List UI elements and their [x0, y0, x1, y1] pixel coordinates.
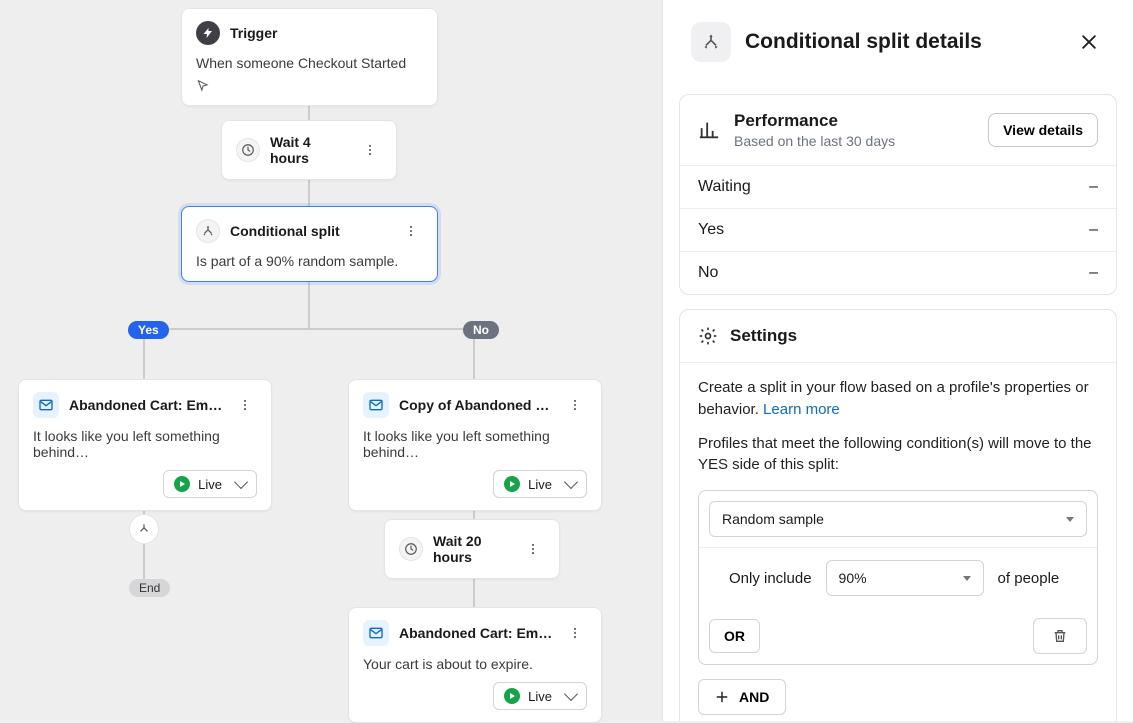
details-panel: Conditional split details Performance Ba…: [662, 0, 1133, 721]
email-icon: [33, 392, 59, 418]
merge-icon: [129, 514, 159, 544]
chevron-down-icon: [234, 475, 248, 489]
and-label: AND: [739, 689, 769, 705]
play-icon: [504, 476, 520, 492]
or-button[interactable]: OR: [709, 619, 760, 653]
and-button[interactable]: AND: [698, 679, 786, 715]
play-icon: [504, 688, 520, 704]
status-dropdown[interactable]: Live: [163, 470, 257, 498]
email-preview: It looks like you left something behind…: [363, 428, 587, 460]
caret-down-icon: [1066, 517, 1074, 522]
trigger-title: Trigger: [230, 25, 277, 41]
end-label: End: [129, 579, 170, 597]
clock-icon: [236, 138, 260, 162]
node-menu-button[interactable]: [563, 621, 587, 645]
wait-node-1[interactable]: Wait 4 hours: [221, 120, 397, 180]
settings-card: Settings Create a split in your flow bas…: [679, 309, 1117, 721]
settings-intro: Create a split in your flow based on a p…: [698, 377, 1098, 421]
perf-row-no: No –: [680, 251, 1116, 294]
wait-label: Wait 20 hours: [433, 533, 511, 565]
plus-icon: [715, 690, 729, 704]
perf-label: Waiting: [698, 178, 751, 196]
caret-down-icon: [963, 576, 971, 581]
email-node-1[interactable]: Abandoned Cart: Email 1 It looks like yo…: [18, 379, 272, 511]
email-node-3[interactable]: Abandoned Cart: Email 2 Your cart is abo…: [348, 607, 602, 723]
bolt-icon: [196, 21, 220, 45]
perf-value: –: [1089, 264, 1098, 282]
perf-value: –: [1089, 178, 1098, 196]
branch-label-yes: Yes: [128, 321, 169, 339]
play-icon: [174, 476, 190, 492]
of-people-label: of people: [998, 570, 1060, 587]
flow-canvas[interactable]: Yes No Trigger When someone Checkout Sta…: [0, 0, 662, 721]
wait-label: Wait 4 hours: [270, 134, 348, 166]
trigger-desc: When someone Checkout Started: [196, 55, 423, 71]
perf-label: Yes: [698, 221, 724, 239]
node-menu-button[interactable]: [521, 537, 545, 561]
settings-condition-text: Profiles that meet the following conditi…: [698, 433, 1098, 477]
split-icon: [196, 219, 220, 243]
condition-type-select[interactable]: Random sample: [709, 501, 1087, 537]
only-include-label: Only include: [729, 570, 812, 587]
condition-type-value: Random sample: [722, 511, 824, 527]
condition-rule: Random sample Only include 90% of people: [698, 490, 1098, 665]
status-dropdown[interactable]: Live: [493, 682, 587, 710]
split-icon: [691, 22, 731, 62]
learn-more-link[interactable]: Learn more: [763, 401, 840, 418]
split-title: Conditional split: [230, 223, 389, 239]
perf-row-waiting: Waiting –: [680, 165, 1116, 208]
node-menu-button[interactable]: [233, 393, 257, 417]
delete-rule-button[interactable]: [1033, 618, 1087, 654]
chevron-down-icon: [564, 475, 578, 489]
performance-title: Performance: [734, 111, 974, 131]
node-menu-button[interactable]: [563, 393, 587, 417]
bar-chart-icon: [698, 119, 720, 141]
perf-row-yes: Yes –: [680, 208, 1116, 251]
chevron-down-icon: [564, 687, 578, 701]
perf-value: –: [1089, 221, 1098, 239]
email-icon: [363, 620, 389, 646]
email-preview: It looks like you left something behind…: [33, 428, 257, 460]
view-details-button[interactable]: View details: [988, 113, 1098, 147]
panel-title: Conditional split details: [745, 30, 1059, 54]
email-title: Abandoned Cart: Email 1: [69, 397, 223, 413]
performance-subtitle: Based on the last 30 days: [734, 133, 974, 149]
status-label: Live: [528, 689, 552, 704]
email-node-2[interactable]: Copy of Abandoned Cart:… It looks like y…: [348, 379, 602, 511]
email-preview: Your cart is about to expire.: [363, 656, 587, 672]
percent-value: 90%: [839, 570, 867, 586]
email-title: Copy of Abandoned Cart:…: [399, 397, 553, 413]
status-dropdown[interactable]: Live: [493, 470, 587, 498]
clock-icon: [399, 537, 423, 561]
node-menu-button[interactable]: [358, 138, 382, 162]
percent-select[interactable]: 90%: [826, 560, 984, 596]
node-menu-button[interactable]: [399, 219, 423, 243]
status-label: Live: [528, 477, 552, 492]
cursor-icon: [196, 79, 423, 93]
wait-node-2[interactable]: Wait 20 hours: [384, 519, 560, 579]
perf-label: No: [698, 264, 718, 282]
split-desc: Is part of a 90% random sample.: [196, 253, 423, 269]
settings-title: Settings: [730, 326, 797, 346]
conditional-split-node[interactable]: Conditional split Is part of a 90% rando…: [181, 206, 438, 282]
gear-icon: [698, 326, 718, 346]
branch-label-no: No: [463, 321, 499, 339]
performance-card: Performance Based on the last 30 days Vi…: [679, 94, 1117, 295]
settings-intro-text: Create a split in your flow based on a p…: [698, 379, 1089, 418]
trash-icon: [1052, 628, 1068, 644]
trigger-node[interactable]: Trigger When someone Checkout Started: [181, 8, 438, 106]
email-title: Abandoned Cart: Email 2: [399, 625, 553, 641]
close-button[interactable]: [1073, 26, 1105, 58]
status-label: Live: [198, 477, 222, 492]
email-icon: [363, 392, 389, 418]
